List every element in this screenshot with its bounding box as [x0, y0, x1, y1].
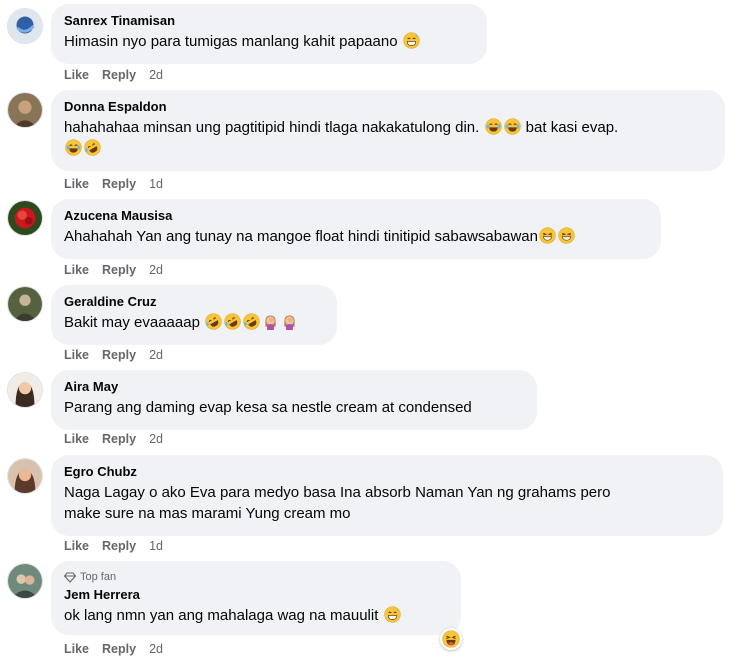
- comment-actions: Like Reply 1d: [64, 538, 163, 554]
- comment-text: ok lang nmn yan ang mahalaga wag na mauu…: [64, 605, 448, 626]
- beaming-emoji: [558, 227, 575, 244]
- grin-sweat-emoji: [384, 606, 401, 623]
- avatar[interactable]: [7, 286, 43, 322]
- comment-text-content: Himasin nyo para tumigas manlang kahit p…: [64, 33, 398, 50]
- comment-bubble: Egro Chubz Naga Lagay o ako Eva para med…: [51, 455, 723, 536]
- grin-sweat-emoji: [403, 32, 420, 49]
- comment-text-content: Bakit may evaaaaap: [64, 314, 200, 331]
- reply-link[interactable]: Reply: [102, 431, 136, 447]
- comment-author[interactable]: Jem Herrera: [64, 586, 448, 603]
- facepalm-emoji: [262, 313, 279, 330]
- like-link[interactable]: Like: [64, 262, 89, 278]
- top-fan-badge: Top fan: [63, 570, 448, 584]
- comment-bubble: Aira May Parang ang daming evap kesa sa …: [51, 370, 537, 430]
- rofl-emoji: [84, 139, 101, 156]
- comment-bubble: Donna Espaldon hahahahaa minsan ung pagt…: [51, 90, 725, 171]
- laugh-tears-emoji: [65, 139, 82, 156]
- rofl-emoji: [205, 313, 222, 330]
- comment-text: Parang ang daming evap kesa sa nestle cr…: [64, 397, 524, 418]
- rofl-emoji: [243, 313, 260, 330]
- like-link[interactable]: Like: [64, 347, 89, 363]
- comment-time[interactable]: 2d: [149, 67, 163, 83]
- comment-text: hahahahaa minsan ung pagtitipid hindi tl…: [64, 117, 712, 159]
- comment-actions: Like Reply 1d: [64, 176, 163, 192]
- reply-link[interactable]: Reply: [102, 67, 136, 83]
- like-link[interactable]: Like: [64, 67, 89, 83]
- comment-text-content-2: bat kasi evap.: [525, 119, 619, 136]
- avatar[interactable]: [7, 200, 43, 236]
- comment-text-content: Naga Lagay o ako Eva para medyo basa Ina…: [64, 484, 611, 501]
- comment-text: Ahahahah Yan ang tunay na mangoe float h…: [64, 226, 648, 247]
- rofl-emoji: [224, 313, 241, 330]
- reply-link[interactable]: Reply: [102, 641, 136, 657]
- comment-actions: Like Reply 2d: [64, 641, 163, 657]
- laugh-tears-emoji: [504, 118, 521, 135]
- comment-actions: Like Reply 2d: [64, 347, 163, 363]
- comment-text-content: ok lang nmn yan ang mahalaga wag na mauu…: [64, 607, 379, 624]
- facepalm-emoji: [281, 313, 298, 330]
- comment-time[interactable]: 2d: [149, 262, 163, 278]
- comment-text: Naga Lagay o ako Eva para medyo basa Ina…: [64, 482, 710, 524]
- comment-bubble: Sanrex Tinamisan Himasin nyo para tumiga…: [51, 4, 487, 64]
- beaming-emoji: [539, 227, 556, 244]
- comment-author[interactable]: Azucena Mausisa: [64, 207, 648, 224]
- comment-time[interactable]: 1d: [149, 538, 163, 554]
- comment-time[interactable]: 2d: [149, 431, 163, 447]
- comment-author[interactable]: Sanrex Tinamisan: [64, 12, 474, 29]
- comment-actions: Like Reply 2d: [64, 262, 163, 278]
- comment-bubble: Top fan Jem Herrera ok lang nmn yan ang …: [51, 561, 461, 635]
- avatar[interactable]: [7, 92, 43, 128]
- haha-reaction-icon[interactable]: [440, 628, 462, 650]
- like-link[interactable]: Like: [64, 431, 89, 447]
- comment-author[interactable]: Aira May: [64, 378, 524, 395]
- comment-text: Bakit may evaaaaap: [64, 312, 324, 333]
- reply-link[interactable]: Reply: [102, 347, 136, 363]
- comment-actions: Like Reply 2d: [64, 67, 163, 83]
- top-fan-label: Top fan: [80, 571, 117, 583]
- comment-text-content-2: make sure na mas marami Yung cream mo: [64, 505, 351, 522]
- reply-link[interactable]: Reply: [102, 538, 136, 554]
- reply-link[interactable]: Reply: [102, 262, 136, 278]
- comment-author[interactable]: Geraldine Cruz: [64, 293, 324, 310]
- comment-time[interactable]: 1d: [149, 176, 163, 192]
- comment-actions: Like Reply 2d: [64, 431, 163, 447]
- comment-text: Himasin nyo para tumigas manlang kahit p…: [64, 31, 474, 52]
- comment-time[interactable]: 2d: [149, 641, 163, 657]
- reply-link[interactable]: Reply: [102, 176, 136, 192]
- comment-time[interactable]: 2d: [149, 347, 163, 363]
- comment-text-content: Parang ang daming evap kesa sa nestle cr…: [64, 399, 472, 416]
- comment-text-content: hahahahaa minsan ung pagtitipid hindi tl…: [64, 119, 480, 136]
- comment-bubble: Azucena Mausisa Ahahahah Yan ang tunay n…: [51, 199, 661, 259]
- comment-text-content: Ahahahah Yan ang tunay na mangoe float h…: [64, 228, 538, 245]
- like-link[interactable]: Like: [64, 538, 89, 554]
- comment-author[interactable]: Donna Espaldon: [64, 98, 712, 115]
- avatar[interactable]: [7, 458, 43, 494]
- avatar[interactable]: [7, 563, 43, 599]
- comment-bubble: Geraldine Cruz Bakit may evaaaaap: [51, 285, 337, 345]
- like-link[interactable]: Like: [64, 176, 89, 192]
- comment-author[interactable]: Egro Chubz: [64, 463, 710, 480]
- laugh-tears-emoji: [485, 118, 502, 135]
- avatar[interactable]: [7, 372, 43, 408]
- like-link[interactable]: Like: [64, 641, 89, 657]
- avatar[interactable]: [7, 8, 43, 44]
- diamond-icon: [63, 571, 77, 583]
